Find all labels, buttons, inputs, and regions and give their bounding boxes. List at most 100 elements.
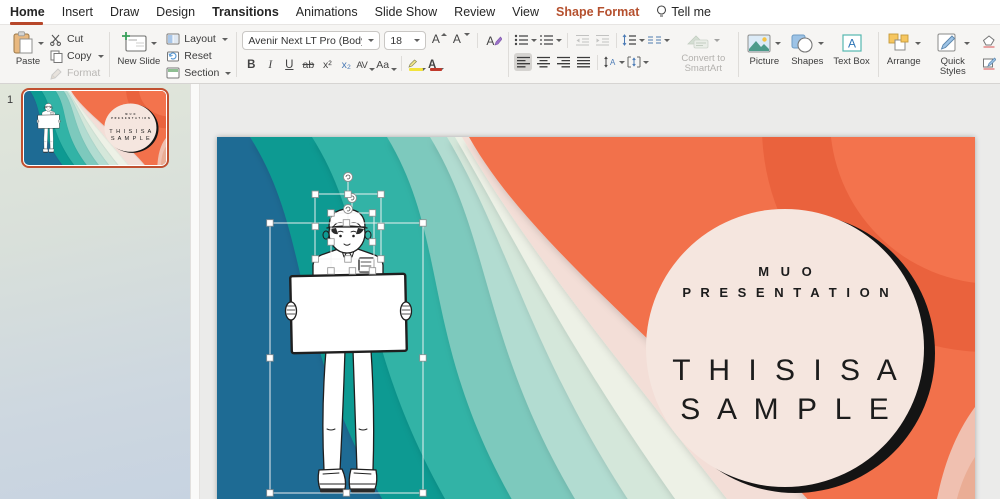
insert-group: Picture Shapes A Text Box <box>741 28 875 81</box>
copy-icon <box>50 50 63 63</box>
align-right-button[interactable] <box>554 53 572 71</box>
menu-home-label: Home <box>10 5 45 19</box>
new-slide-button[interactable]: New Slide <box>115 29 164 68</box>
shape-outline-button[interactable]: Shape Outline <box>982 55 1000 71</box>
numbering-button[interactable] <box>539 31 562 49</box>
paragraph-group: A Convert to SmartArt <box>511 28 736 81</box>
layout-button[interactable]: Layout <box>166 31 231 47</box>
shapes-button[interactable]: Shapes <box>787 29 827 68</box>
layout-dropdown-chevron[interactable] <box>222 38 228 41</box>
align-center-button[interactable] <box>534 53 552 71</box>
font-size-combo[interactable]: 18 <box>384 31 426 50</box>
arrange-chevron[interactable] <box>915 42 921 45</box>
font-name-value: Avenir Next LT Pro (Body) <box>248 35 362 47</box>
increase-font-size-button[interactable]: A <box>430 32 448 50</box>
menu-draw[interactable]: Draw <box>110 0 139 25</box>
strikethrough-button[interactable]: ab <box>299 54 317 72</box>
align-text-icon <box>627 56 641 68</box>
menu-review[interactable]: Review <box>454 0 495 25</box>
clear-formatting-button[interactable]: A <box>485 32 503 50</box>
arrange-icon <box>887 32 911 54</box>
format-painter-button: Format <box>50 65 104 81</box>
columns-icon <box>647 34 662 46</box>
main-area: 1 <box>0 84 1000 499</box>
bullets-chevron <box>531 39 537 42</box>
subscript-button[interactable]: x₂ <box>337 54 355 72</box>
shape-fill-button[interactable]: Shape Fill <box>982 33 1000 49</box>
superscript-button[interactable]: x² <box>318 54 336 72</box>
font-group: Avenir Next LT Pro (Body) 18 A A A <box>239 28 506 81</box>
picture-chevron[interactable] <box>775 42 781 45</box>
paste-dropdown-chevron[interactable] <box>38 42 44 45</box>
increase-indent-button <box>593 31 611 49</box>
section-button[interactable]: Section <box>166 65 231 81</box>
slide-artwork <box>217 137 975 499</box>
menu-view[interactable]: View <box>512 0 539 25</box>
align-left-button[interactable] <box>514 53 532 71</box>
bold-button[interactable]: B <box>242 54 260 72</box>
cut-button[interactable]: Cut <box>50 31 104 47</box>
bullets-button[interactable] <box>514 31 537 49</box>
numbered-list-icon <box>539 34 554 46</box>
underline-button[interactable]: U <box>280 54 298 72</box>
menu-slide-show[interactable]: Slide Show <box>375 0 438 25</box>
new-slide-dropdown-chevron[interactable] <box>151 42 157 45</box>
slide-number: 1 <box>7 94 13 106</box>
small-divider <box>401 56 402 71</box>
menu-transitions[interactable]: Transitions <box>212 0 279 25</box>
menu-animations[interactable]: Animations <box>296 0 358 25</box>
new-slide-icon <box>121 31 147 55</box>
menu-home[interactable]: Home <box>10 0 45 25</box>
font-name-chevron <box>368 39 374 42</box>
picture-button[interactable]: Picture <box>744 29 784 68</box>
copy-button[interactable]: Copy <box>50 48 104 64</box>
small-divider <box>597 55 598 70</box>
numbering-chevron <box>556 39 562 42</box>
text-box-button[interactable]: A Text Box <box>830 29 872 68</box>
font-name-combo[interactable]: Avenir Next LT Pro (Body) <box>242 31 380 50</box>
menu-tell-me[interactable]: Tell me <box>656 0 711 25</box>
slide-1-canvas[interactable] <box>217 137 975 499</box>
menu-shape-format[interactable]: Shape Format <box>556 0 639 25</box>
decrease-indent-button <box>573 31 591 49</box>
paste-clipboard-icon <box>12 31 34 55</box>
font-color-button[interactable]: A <box>427 54 445 72</box>
decrease-font-size-button[interactable]: A <box>452 32 470 50</box>
small-divider <box>616 33 617 48</box>
ribbon: Paste Cut Copy Format <box>0 25 1000 84</box>
quick-styles-icon <box>936 32 960 54</box>
shapes-chevron[interactable] <box>818 42 824 45</box>
menu-bar: Home Insert Draw Design Transitions Anim… <box>0 0 1000 25</box>
group-divider <box>109 32 110 77</box>
change-case-button[interactable]: Aa <box>376 54 397 72</box>
reset-icon <box>166 50 180 62</box>
arrange-button[interactable]: Arrange <box>884 29 924 68</box>
align-right-icon <box>556 56 571 68</box>
justify-button[interactable] <box>574 53 592 71</box>
increase-indent-icon <box>595 34 610 46</box>
slide-thumbnail-1[interactable] <box>21 88 169 168</box>
align-text-chevron <box>643 61 649 64</box>
clear-format-brush-icon <box>494 36 502 46</box>
shapes-icon <box>790 33 814 53</box>
quick-styles-button[interactable]: Quick Styles <box>927 29 979 78</box>
italic-button[interactable]: I <box>261 54 279 72</box>
menu-design[interactable]: Design <box>156 0 195 25</box>
paste-label: Paste <box>16 57 40 67</box>
section-dropdown-chevron[interactable] <box>225 72 231 75</box>
line-spacing-button[interactable] <box>622 31 645 49</box>
reset-button[interactable]: Reset <box>166 48 231 64</box>
character-spacing-button[interactable]: AV <box>356 54 375 72</box>
picture-icon <box>747 34 771 53</box>
highlight-color-button[interactable] <box>406 54 426 72</box>
lightbulb-icon <box>656 5 667 19</box>
menu-insert[interactable]: Insert <box>62 0 93 25</box>
paste-button[interactable]: Paste <box>9 29 47 68</box>
columns-button[interactable] <box>647 31 670 49</box>
align-text-button[interactable] <box>627 53 649 71</box>
quick-styles-chevron[interactable] <box>964 42 970 45</box>
text-direction-button[interactable]: A <box>603 53 625 71</box>
copy-dropdown-chevron[interactable] <box>98 55 104 58</box>
columns-chevron <box>664 39 670 42</box>
panel-splitter[interactable] <box>190 84 200 499</box>
